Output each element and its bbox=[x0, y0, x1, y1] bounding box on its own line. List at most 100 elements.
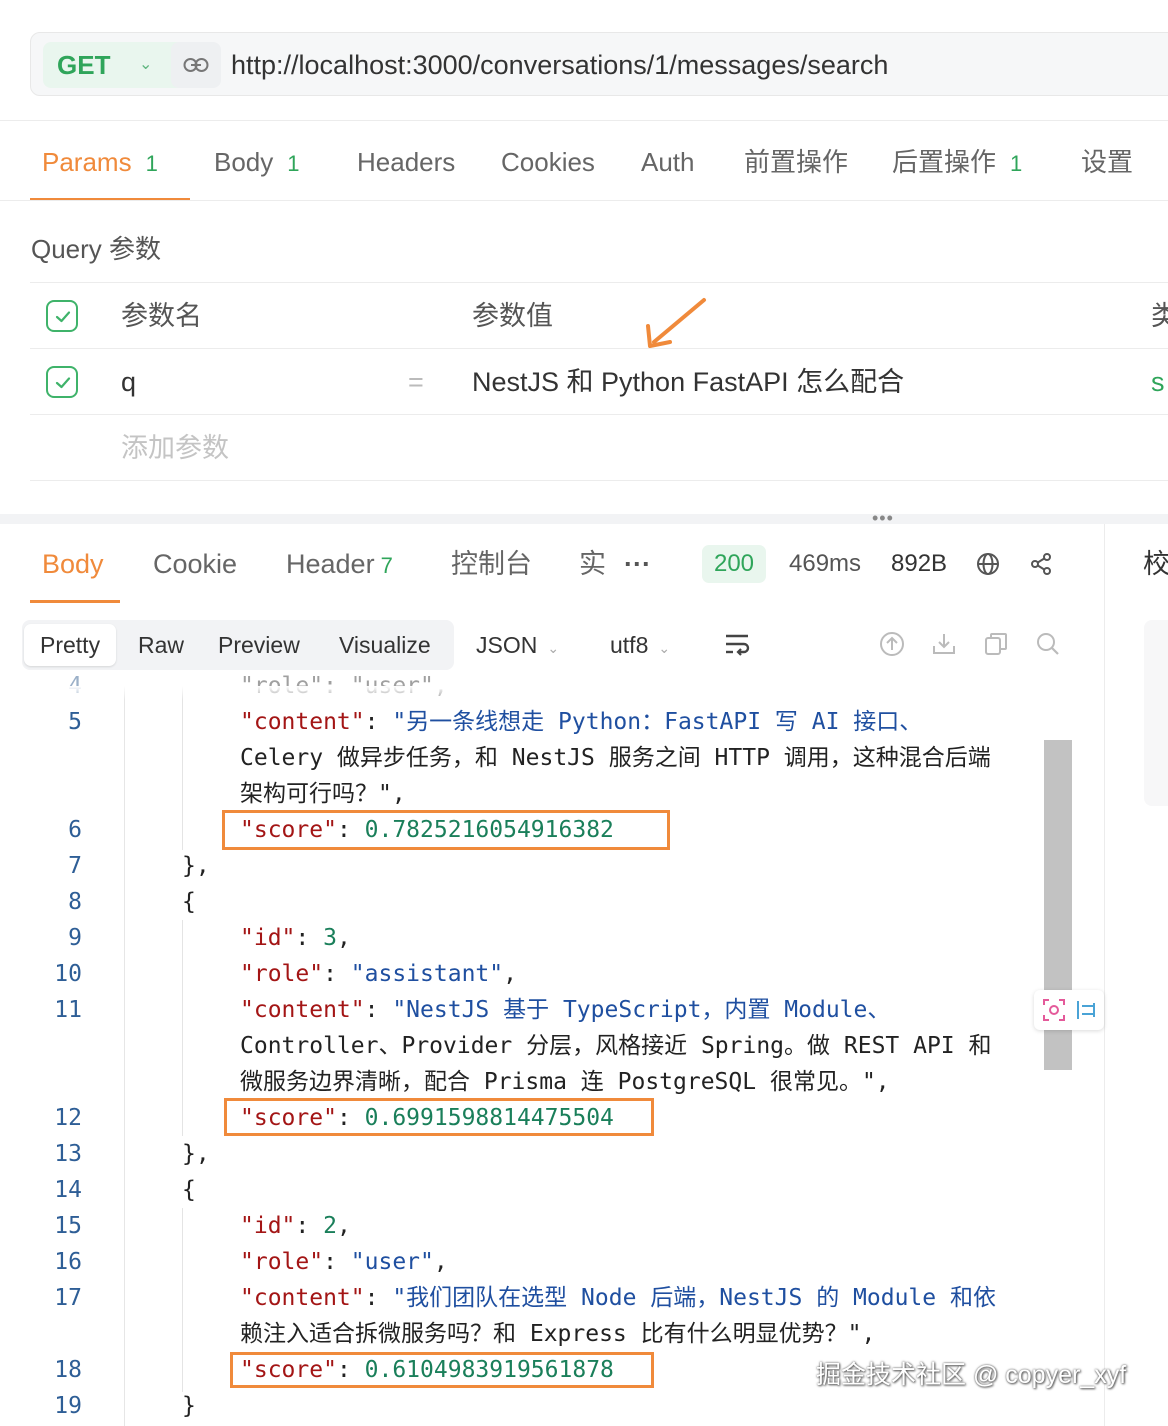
line-number: 18 bbox=[54, 1357, 82, 1383]
check-icon bbox=[55, 311, 71, 323]
divider bbox=[30, 480, 1168, 481]
code-line: "id": 2, bbox=[240, 1213, 351, 1239]
indent-guide bbox=[182, 920, 183, 1136]
line-number: 19 bbox=[54, 1393, 82, 1419]
column-header-value: 参数值 bbox=[472, 301, 553, 331]
code-line: 微服务边界清晰，配合 Prisma 连 PostgreSQL 很常见。", bbox=[240, 1069, 890, 1095]
floating-toolbar bbox=[1034, 990, 1104, 1030]
line-number: 8 bbox=[68, 889, 82, 915]
link-icon[interactable] bbox=[171, 42, 221, 88]
code-line: Controller、Provider 分层，风格接近 Spring。做 RES… bbox=[240, 1033, 992, 1059]
code-line: }, bbox=[182, 853, 210, 879]
response-tab-console[interactable]: 控制台 bbox=[451, 542, 532, 586]
line-number: 14 bbox=[54, 1177, 82, 1203]
side-panel bbox=[1144, 620, 1168, 806]
divider bbox=[0, 120, 1168, 121]
encoding-select[interactable]: utf8 ⌄ bbox=[610, 624, 670, 669]
indent-guide bbox=[182, 1208, 183, 1392]
panel-resizer[interactable] bbox=[0, 514, 1168, 524]
code-line: { bbox=[182, 889, 196, 915]
divider bbox=[30, 282, 1168, 283]
code-line: "content": "我们团队在选型 Node 后端，NestJS 的 Mod… bbox=[240, 1285, 996, 1311]
search-icon[interactable] bbox=[1035, 631, 1061, 657]
param-name-input[interactable]: q bbox=[121, 364, 136, 400]
response-tab-actual-request[interactable]: 实 bbox=[579, 542, 606, 586]
target-icon[interactable] bbox=[1042, 998, 1066, 1022]
line-number: 7 bbox=[68, 853, 82, 879]
upload-icon[interactable] bbox=[879, 631, 905, 657]
tab-headers[interactable]: Headers bbox=[357, 140, 455, 184]
response-tab-cookie[interactable]: Cookie bbox=[153, 542, 237, 586]
response-tab-header[interactable]: Header 7 bbox=[286, 542, 393, 588]
code-line: "role": "assistant", bbox=[240, 961, 517, 987]
download-icon[interactable] bbox=[931, 631, 957, 657]
equals-sign: = bbox=[408, 367, 424, 397]
copy-icon[interactable] bbox=[983, 631, 1009, 657]
query-section-title: Query 参数 bbox=[31, 234, 162, 264]
line-number: 6 bbox=[68, 817, 82, 843]
score-highlight-box bbox=[222, 810, 670, 850]
check-icon bbox=[55, 377, 71, 389]
code-line: { bbox=[182, 1177, 196, 1203]
line-number: 16 bbox=[54, 1249, 82, 1275]
language-select[interactable]: JSON ⌄ bbox=[476, 624, 559, 669]
tab-cookies[interactable]: Cookies bbox=[501, 140, 595, 184]
score-highlight-box bbox=[230, 1352, 654, 1388]
param-type-select[interactable]: s bbox=[1151, 364, 1165, 400]
chevron-down-icon: ⌄ bbox=[658, 640, 671, 656]
format-visualize-button[interactable]: Visualize bbox=[323, 624, 447, 666]
column-header-name: 参数名 bbox=[121, 301, 202, 331]
wrap-lines-icon[interactable] bbox=[724, 632, 752, 656]
resize-handle-icon[interactable]: ••• bbox=[872, 508, 894, 529]
method-label: GET bbox=[57, 50, 111, 80]
code-line: "id": 3, bbox=[240, 925, 351, 951]
gutter-border bbox=[124, 686, 125, 1426]
format-raw-button[interactable]: Raw bbox=[122, 624, 200, 666]
divider bbox=[30, 348, 1168, 349]
chevron-down-icon: ⌄ bbox=[139, 56, 153, 73]
more-tabs-icon[interactable]: ··· bbox=[624, 542, 651, 586]
line-number: 10 bbox=[54, 961, 82, 987]
align-icon[interactable] bbox=[1074, 998, 1098, 1022]
status-badge: 200 bbox=[702, 545, 766, 583]
code-line: "content": "另一条线想走 Python：FastAPI 写 AI 接… bbox=[240, 709, 923, 735]
code-line: } bbox=[182, 1393, 196, 1419]
globe-icon[interactable] bbox=[976, 552, 1000, 576]
tab-pre-request[interactable]: 前置操作 bbox=[744, 140, 848, 184]
format-preview-button[interactable]: Preview bbox=[202, 624, 316, 666]
param-value-input[interactable]: NestJS 和 Python FastAPI 怎么配合 bbox=[472, 364, 904, 400]
format-pretty-button[interactable]: Pretty bbox=[24, 624, 117, 666]
method-select[interactable]: GET ⌄ bbox=[43, 42, 187, 88]
line-number: 15 bbox=[54, 1213, 82, 1239]
tab-post-request[interactable]: 后置操作 1 bbox=[892, 140, 1022, 186]
side-panel-divider[interactable] bbox=[1104, 524, 1105, 1426]
line-number: 9 bbox=[68, 925, 82, 951]
response-tab-body[interactable]: Body bbox=[42, 542, 104, 586]
code-line: Celery 做异步任务，和 NestJS 服务之间 HTTP 调用，这种混合后… bbox=[240, 745, 991, 771]
response-time: 469ms bbox=[789, 550, 862, 577]
line-number: 13 bbox=[54, 1141, 82, 1167]
tab-auth[interactable]: Auth bbox=[641, 140, 695, 184]
url-input[interactable]: http://localhost:3000/conversations/1/me… bbox=[231, 33, 888, 97]
scroll-fade bbox=[30, 686, 1070, 700]
line-number: 11 bbox=[54, 997, 82, 1023]
param-enabled-checkbox[interactable] bbox=[46, 366, 78, 398]
code-line: 架构可行吗？", bbox=[240, 781, 406, 807]
line-number: 17 bbox=[54, 1285, 82, 1311]
add-param-input[interactable]: 添加参数 bbox=[121, 430, 229, 466]
code-line: "role": "user", bbox=[240, 1249, 448, 1275]
share-icon[interactable] bbox=[1029, 552, 1053, 576]
tab-settings[interactable]: 设置 bbox=[1081, 140, 1133, 184]
code-line: "content": "NestJS 基于 TypeScript，内置 Modu… bbox=[240, 997, 891, 1023]
column-header-type: 类 bbox=[1151, 301, 1168, 331]
select-all-checkbox[interactable] bbox=[46, 300, 78, 332]
chevron-down-icon: ⌄ bbox=[547, 640, 560, 656]
response-size: 892B bbox=[891, 550, 948, 577]
tab-body[interactable]: Body 1 bbox=[214, 140, 300, 186]
tab-params[interactable]: Params 1 bbox=[42, 140, 158, 186]
indent-guide bbox=[182, 686, 183, 850]
divider bbox=[0, 200, 1168, 201]
score-highlight-box bbox=[224, 1098, 654, 1136]
side-tab-validate[interactable]: 校 bbox=[1143, 546, 1168, 582]
code-line: }, bbox=[182, 1141, 210, 1167]
